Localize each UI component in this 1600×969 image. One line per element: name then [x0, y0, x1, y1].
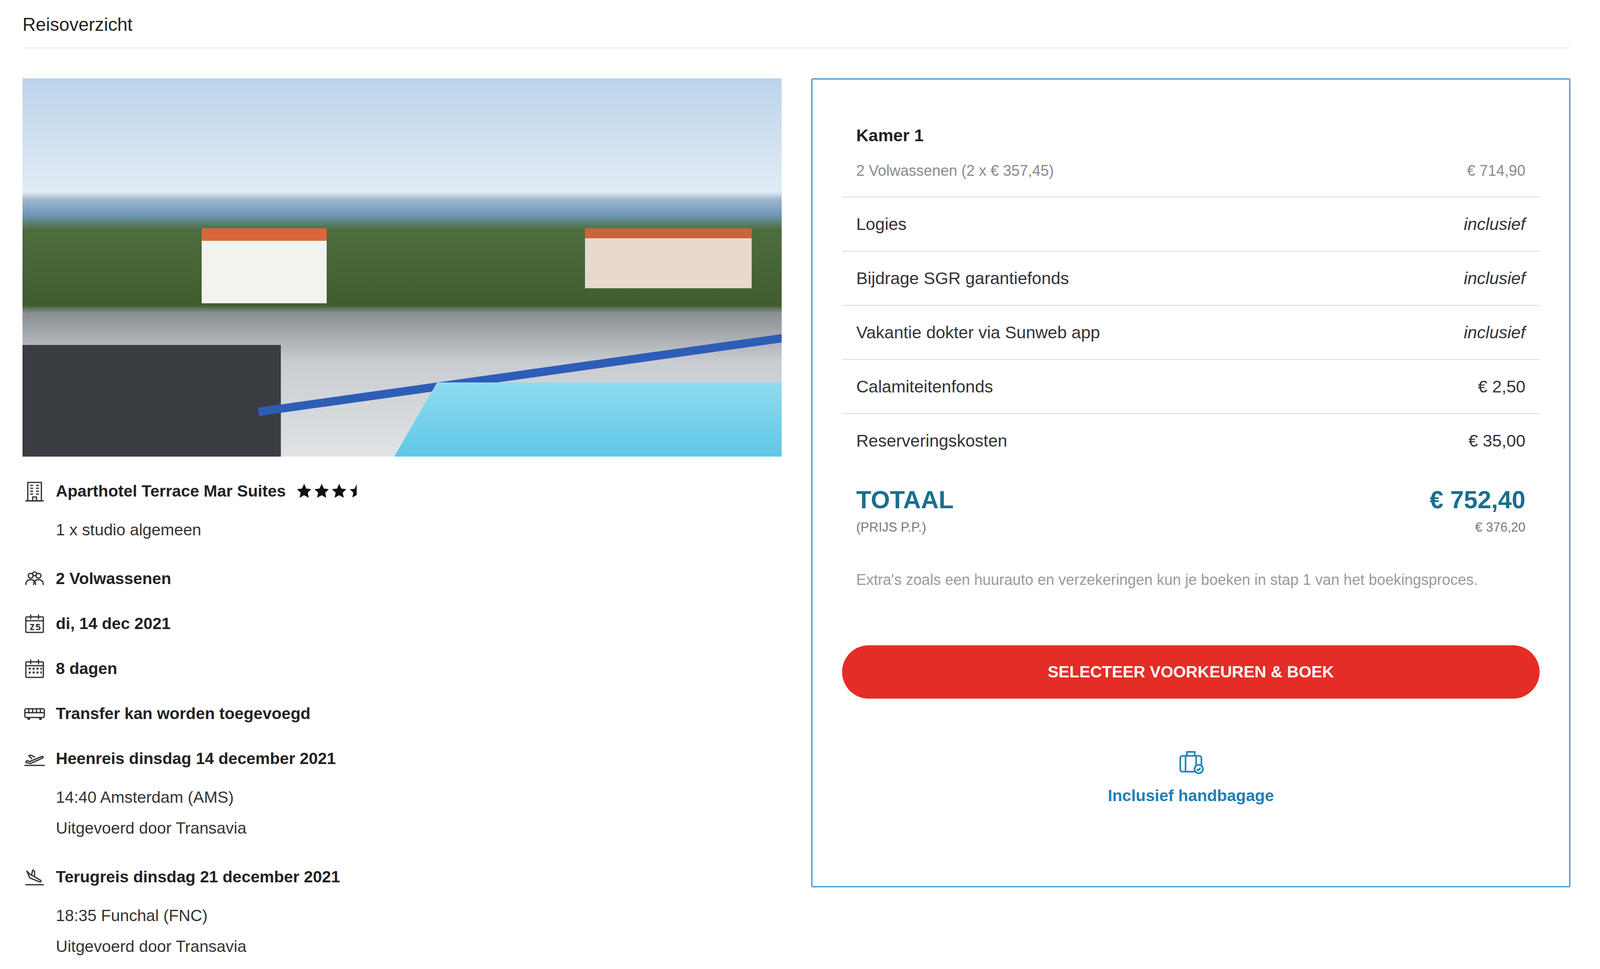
- hotel-name: Aparthotel Terrace Mar Suites: [55, 479, 286, 503]
- star-icon: [313, 482, 330, 500]
- per-person-price: € 376,20: [1475, 519, 1526, 536]
- bus-icon: [22, 702, 47, 726]
- flight-title: Terugreis dinsdag 21 december 2021: [55, 865, 340, 889]
- price-row: Calamiteitenfonds € 2,50: [842, 359, 1540, 414]
- star-icon: [295, 482, 313, 500]
- hotel-item: Aparthotel Terrace Mar Suites 1 x studio …: [22, 479, 782, 546]
- flight-item: Heenreis dinsdag 14 december 2021 14:40 A…: [22, 747, 782, 844]
- detail-item: 2 Volwassenen: [22, 567, 782, 591]
- baggage-info: Inclusief handbagage: [842, 745, 1540, 807]
- baggage-text[interactable]: Inclusief handbagage: [1107, 785, 1275, 807]
- building-icon: [22, 479, 47, 503]
- price-label: Bijdrage SGR garantiefonds: [856, 268, 1070, 289]
- hand-luggage-icon: [1175, 745, 1207, 778]
- travelers-price: € 714,90: [1467, 158, 1526, 184]
- page-title: Reisoverzicht: [22, 0, 1571, 49]
- price-row: Bijdrage SGR garantiefonds inclusief: [842, 250, 1540, 305]
- price-label: Reserveringskosten: [856, 431, 1008, 451]
- plane-departure-icon: [22, 747, 47, 771]
- flight-title: Heenreis dinsdag 14 december 2021: [55, 747, 336, 771]
- price-label: Logies: [856, 214, 907, 235]
- detail-item: di, 14 dec 2021: [22, 612, 782, 636]
- book-button[interactable]: SELECTEER VOORKEUREN & BOEK: [842, 645, 1540, 699]
- flight-line: 14:40 Amsterdam (AMS): [55, 782, 336, 813]
- hotel-title: Aparthotel Terrace Mar Suites: [55, 479, 365, 503]
- price-value: inclusief: [1463, 268, 1526, 289]
- people-icon: [22, 567, 47, 591]
- price-value: € 2,50: [1477, 377, 1526, 397]
- star-rating: [295, 482, 365, 500]
- price-value: € 35,00: [1468, 431, 1526, 451]
- plane-arrival-icon: [22, 865, 47, 889]
- main: Aparthotel Terrace Mar Suites 1 x studio …: [22, 78, 1571, 963]
- flight-line: 18:35 Funchal (FNC): [55, 900, 340, 932]
- detail-text: 2 Volwassenen: [55, 567, 172, 591]
- page: Reisoverzicht Aparthotel Terrace Mar Suit…: [0, 0, 1600, 969]
- star-icon: [330, 482, 348, 500]
- price-row: Vakantie dokter via Sunweb app inclusief: [842, 305, 1540, 360]
- star-icon: [348, 482, 365, 500]
- price-value: inclusief: [1463, 214, 1526, 235]
- price-summary-card: Kamer 1 2 Volwassenen (2 x € 357,45) € 714…: [811, 78, 1571, 888]
- detail-text: 8 dagen: [55, 657, 118, 681]
- flight-line: Uitgevoerd door Transavia: [55, 812, 336, 844]
- calendar-icon: [22, 612, 47, 636]
- price-row: Logies inclusief: [842, 196, 1540, 251]
- total-label: TOTAAL: [856, 485, 954, 515]
- hotel-photo: [22, 78, 782, 457]
- price-row: Reserveringskosten € 35,00: [842, 413, 1540, 468]
- detail-text: Transfer kan worden toegevoegd: [55, 702, 311, 726]
- price-label: Vakantie dokter via Sunweb app: [856, 322, 1100, 343]
- price-value: inclusief: [1463, 322, 1526, 343]
- total-price: € 752,40: [1429, 485, 1526, 515]
- price-label: Calamiteitenfonds: [856, 377, 993, 397]
- flight-line: Uitgevoerd door Transavia: [55, 931, 340, 963]
- travelers-label: 2 Volwassenen (2 x € 357,45): [856, 158, 1054, 184]
- total: TOTAAL (PRIJS P.P.) € 752,40 € 376,20: [842, 485, 1540, 536]
- detail-list: Aparthotel Terrace Mar Suites 1 x studio …: [22, 479, 782, 963]
- room-label: Kamer 1: [842, 122, 1540, 148]
- extras-note: Extra's zoals een huurauto en verzekerin…: [842, 567, 1540, 593]
- travelers-line: 2 Volwassenen (2 x € 357,45) € 714,90: [842, 158, 1540, 197]
- detail-item: 8 dagen: [22, 657, 782, 681]
- trip-details: Aparthotel Terrace Mar Suites 1 x studio …: [22, 78, 782, 963]
- detail-item: Transfer kan worden toegevoegd: [22, 702, 782, 726]
- flight-item: Terugreis dinsdag 21 december 2021 18:35 …: [22, 865, 782, 963]
- per-person-label: (PRIJS P.P.): [856, 519, 954, 536]
- detail-text: di, 14 dec 2021: [55, 612, 171, 636]
- calendar-grid-icon: [22, 657, 47, 681]
- room-type: 1 x studio algemeen: [55, 514, 365, 546]
